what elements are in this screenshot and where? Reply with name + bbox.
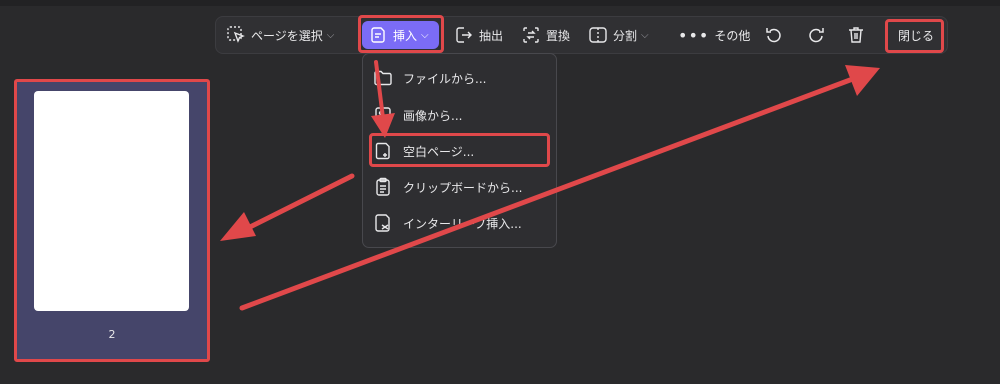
clipboard-icon	[376, 177, 390, 196]
extract-button[interactable]: 抽出	[454, 21, 503, 49]
chevron-down-icon: ⌵	[326, 29, 335, 41]
menu-item-from-file[interactable]: ファイルから...	[373, 63, 548, 93]
menu-item-from-clipboard[interactable]: クリップボードから...	[373, 172, 548, 202]
replace-icon	[523, 27, 539, 43]
chevron-down-icon: ⌵	[641, 29, 649, 41]
redo-button[interactable]	[806, 21, 826, 49]
trash-icon	[849, 27, 863, 43]
extract-label: 抽出	[479, 28, 504, 43]
more-label: その他	[714, 28, 751, 43]
insert-label: 挿入	[393, 28, 418, 43]
image-icon	[375, 107, 391, 123]
cursor-select-icon	[227, 26, 245, 43]
close-button[interactable]: 閉じる	[890, 21, 942, 49]
menu-item-label: 画像から...	[403, 108, 463, 123]
split-dropdown[interactable]: 分割 ⌵	[588, 21, 649, 49]
insert-page-icon	[371, 27, 385, 43]
blank-page-icon	[375, 142, 390, 160]
menu-item-label: インターリーブ挿入...	[403, 216, 522, 231]
page-editor: ページを選択 ⌵ 挿入 ⌵ 抽出 置換 分割 ⌵ ••• その他 閉じる ファイ…	[0, 0, 1000, 384]
page-number: 2	[108, 328, 116, 341]
menu-item-interleave[interactable]: インターリーブ挿入...	[373, 208, 548, 238]
split-label: 分割	[613, 28, 638, 43]
replace-button[interactable]: 置換	[521, 21, 570, 49]
undo-icon	[766, 28, 781, 43]
menu-item-from-image[interactable]: 画像から...	[373, 100, 548, 130]
menu-item-label: 空白ページ...	[403, 144, 475, 159]
insert-button[interactable]: 挿入 ⌵	[362, 21, 439, 49]
undo-button[interactable]	[764, 21, 784, 49]
split-icon	[589, 27, 607, 43]
page-thumbnail[interactable]: 2	[14, 79, 210, 362]
menu-item-label: ファイルから...	[403, 71, 487, 86]
more-button[interactable]: ••• その他	[678, 21, 750, 49]
interleave-icon	[375, 214, 390, 232]
select-page-dropdown[interactable]: ページを選択 ⌵	[226, 21, 334, 49]
select-page-label: ページを選択	[251, 28, 323, 43]
folder-icon	[374, 70, 392, 86]
blank-page-preview	[34, 91, 189, 311]
close-label: 閉じる	[898, 28, 935, 43]
more-dots-icon: •••	[678, 25, 710, 45]
arrow-to-thumbnail	[220, 173, 355, 241]
menu-item-blank-page[interactable]: 空白ページ...	[373, 136, 548, 166]
chevron-down-icon: ⌵	[421, 29, 429, 41]
insert-dropdown-menu: ファイルから... 画像から... 空白ページ... クリップボードから...	[362, 53, 557, 248]
page-toolbar: ページを選択 ⌵ 挿入 ⌵ 抽出 置換 分割 ⌵ ••• その他 閉じる	[215, 16, 948, 54]
menu-item-label: クリップボードから...	[403, 180, 523, 195]
replace-label: 置換	[546, 28, 571, 43]
top-band	[0, 0, 1000, 6]
delete-button[interactable]	[846, 21, 866, 49]
redo-icon	[809, 28, 824, 43]
extract-icon	[456, 27, 472, 43]
arrow-to-close	[239, 65, 880, 311]
